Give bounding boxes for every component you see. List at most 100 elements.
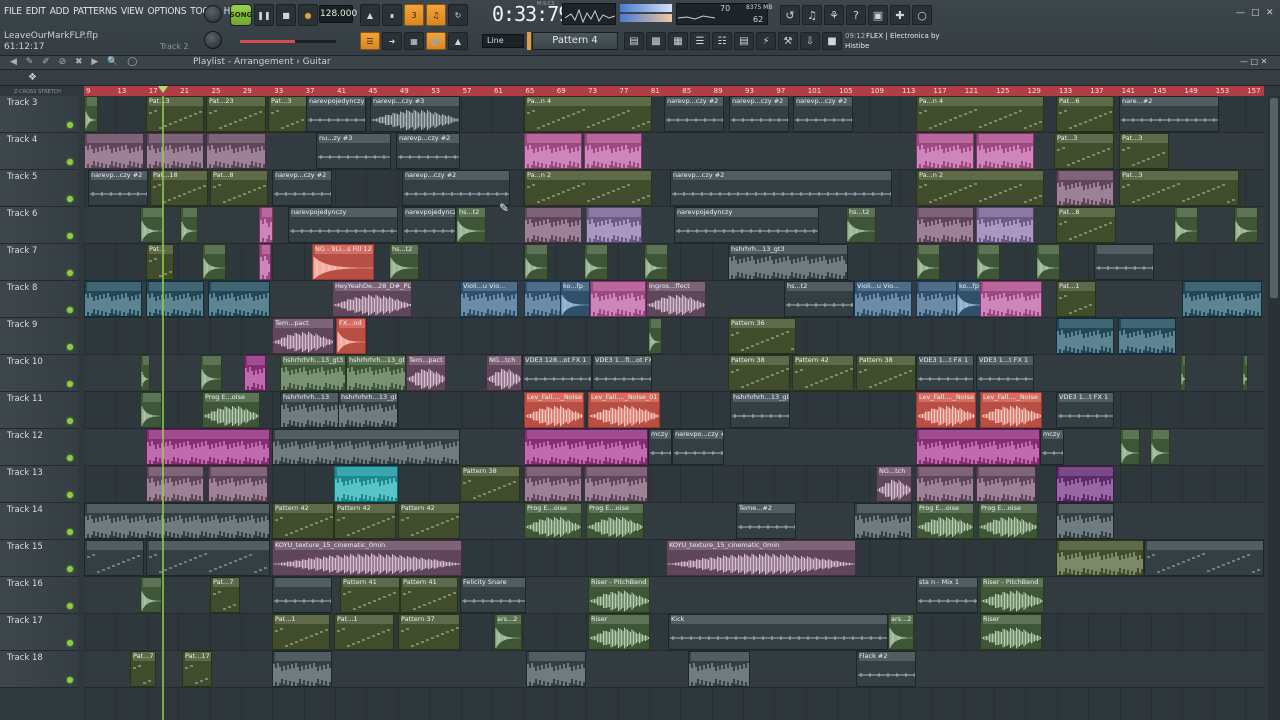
playlist-clip[interactable]: narevpojedynczy [402, 207, 456, 243]
playlist-clip[interactable]: narevp...czy #3 [370, 96, 460, 132]
playlist-clip[interactable] [140, 392, 162, 428]
playlist-clip[interactable]: narevpojedynczy [306, 96, 366, 132]
master-volume-knob[interactable] [204, 5, 222, 23]
playlist-clip[interactable] [1150, 429, 1170, 465]
playlist-clip[interactable] [1094, 244, 1154, 280]
playlist-clip[interactable]: ars...2 [494, 614, 522, 650]
playlist-clip[interactable]: hs...t2 [456, 207, 486, 243]
playlist-clip[interactable]: Pat...1 [272, 614, 330, 650]
track-lane[interactable]: KOYU_texture_15_cinematic_0min KOYU_textu… [84, 540, 1264, 577]
track-header[interactable]: Track 13 [0, 466, 78, 503]
playlist-clip[interactable]: mczy [648, 429, 672, 465]
playlist-clip[interactable]: narevp...czy #2 [402, 170, 510, 206]
countdown-button[interactable]: 3 [404, 4, 424, 26]
playlist-clip[interactable]: Teme...#2 [736, 503, 796, 539]
playlist-clip[interactable] [208, 281, 270, 317]
playlist-clip[interactable] [272, 577, 332, 613]
playlist-clip[interactable]: Pattern 36 [728, 318, 796, 354]
playlist-clip[interactable] [84, 540, 144, 576]
playlist-clip[interactable] [976, 244, 1000, 280]
playlist-clip[interactable]: Lev_Fall...._Noise_01 [588, 392, 660, 428]
playhead-marker-icon[interactable] [158, 86, 168, 93]
playlist-clip[interactable]: FX...nd [336, 318, 366, 354]
playlist-clip[interactable] [1036, 244, 1060, 280]
download-button[interactable]: ⇩ [800, 32, 820, 50]
playlist-clip[interactable]: narevp...czy #2 [664, 96, 724, 132]
playlist-clip[interactable]: Pat...1 [334, 614, 394, 650]
track-enable-led[interactable] [67, 492, 73, 498]
track-lane[interactable]: Pattern 42 Pattern 42 Pattern 42 Prog E...o… [84, 503, 1264, 540]
playlist-clip[interactable]: narevp...czy #2 [729, 96, 789, 132]
playlist-clip[interactable] [208, 466, 268, 502]
playlist-clip[interactable] [584, 466, 648, 502]
playlist-clip[interactable]: hs...t2 [846, 207, 876, 243]
playlist-clip[interactable] [854, 503, 912, 539]
playlist-clip[interactable]: hs...t2 [389, 244, 419, 280]
playlist-clip[interactable]: VDE3 1...t FX 1 [1056, 392, 1114, 428]
playlist-clip[interactable] [140, 355, 150, 391]
playlist-clip[interactable]: Riser [588, 614, 650, 650]
playlist-clip[interactable]: Prog E...oise [916, 503, 974, 539]
playlist-clip[interactable]: hs...t2 [784, 281, 854, 317]
playlist-clip[interactable]: narevp...czy #2 [670, 170, 892, 206]
playlist-clip[interactable] [259, 207, 273, 243]
track-header[interactable]: Track 7 [0, 244, 78, 281]
track-header[interactable]: Track 11 [0, 392, 78, 429]
track-enable-led[interactable] [67, 418, 73, 424]
track-enable-led[interactable] [67, 233, 73, 239]
undo-button[interactable]: ↺ [780, 5, 800, 25]
playlist-clip[interactable]: Kick [668, 614, 888, 650]
track-lane[interactable]: mczy narevpo...czy #2 mczy [84, 429, 1264, 466]
playlist-clip[interactable] [84, 503, 270, 539]
project-button[interactable]: ▤ [734, 32, 754, 50]
playlist-clip[interactable]: Pat...8 [1056, 207, 1116, 243]
track-lane[interactable]: Pat...7 Pat...17 Flack #2 [84, 651, 1264, 688]
link-button[interactable]: 🔗 [426, 32, 446, 50]
playlist-clip[interactable]: Pat... [146, 244, 174, 280]
blend-notes-button[interactable]: ♫ [426, 4, 446, 26]
playlist-clip[interactable]: Pat...18 [150, 170, 208, 206]
track-enable-led[interactable] [67, 196, 73, 202]
track-enable-led[interactable] [67, 307, 73, 313]
playlist-clip[interactable] [259, 244, 271, 280]
playlist-clip[interactable]: KOYU_texture_15_cinematic_0min [272, 540, 462, 576]
playlist-clip[interactable] [980, 281, 1042, 317]
track-enable-led[interactable] [67, 677, 73, 683]
playlist-clip[interactable]: Prog E...oise [978, 503, 1038, 539]
playlist-clip[interactable] [524, 466, 582, 502]
playlist-clip[interactable]: mczy [1040, 429, 1064, 465]
playlist-clip[interactable]: Violi...u Vio... [854, 281, 912, 317]
playlist-clip[interactable]: Flack #2 [856, 651, 916, 687]
playlist-clip[interactable]: Violi...u Vio... [460, 281, 518, 317]
track-header[interactable]: Track 6 [0, 207, 78, 244]
playlist-clip[interactable]: Pat...8 [210, 170, 268, 206]
playlist-clip[interactable]: sta n - Mix 1 [916, 577, 978, 613]
playlist-clip[interactable]: ko...fp [560, 281, 590, 317]
close-button[interactable]: ✕ [1266, 8, 1274, 18]
playlist-window-controls[interactable]: — □ ✕ [1240, 57, 1267, 66]
playlist-clip[interactable] [1182, 281, 1262, 317]
stamp-button[interactable]: ▲ [448, 32, 468, 50]
chat-button[interactable]: ○ [912, 5, 932, 25]
song-mode-toggle[interactable]: SONG [230, 4, 252, 26]
playlist-clip[interactable] [146, 429, 270, 465]
track-enable-led[interactable] [67, 529, 73, 535]
playlist-clip[interactable]: NG...tch [486, 355, 522, 391]
track-lane[interactable]: Pat... NG - 9Li...s Fill 12 hs...t2 hshrhrh… [84, 244, 1264, 281]
save-button[interactable]: ▣ [868, 5, 888, 25]
playlist-clip[interactable] [140, 577, 162, 613]
playlist-clip[interactable] [200, 355, 222, 391]
playlist-clip[interactable]: Pat...6 [1056, 96, 1114, 132]
playlist-clip[interactable] [1056, 540, 1144, 576]
playlist-clip[interactable]: Pa...n 2 [524, 170, 652, 206]
playlist-view-button[interactable]: ☰ [360, 32, 380, 50]
track-header[interactable]: Track 12 [0, 429, 78, 466]
playlist-clip[interactable] [1144, 540, 1264, 576]
loop-record-button[interactable]: ↻ [448, 4, 468, 26]
playlist-clip[interactable] [1180, 355, 1186, 391]
track-enable-led[interactable] [67, 566, 73, 572]
playlist-clip[interactable]: VDE3 1...ft...ot FX 1 [592, 355, 652, 391]
channel-rack-button[interactable]: ▦ [668, 32, 688, 50]
playlist-clip[interactable]: Pattern 42 [334, 503, 396, 539]
help-button[interactable]: ? [846, 5, 866, 25]
